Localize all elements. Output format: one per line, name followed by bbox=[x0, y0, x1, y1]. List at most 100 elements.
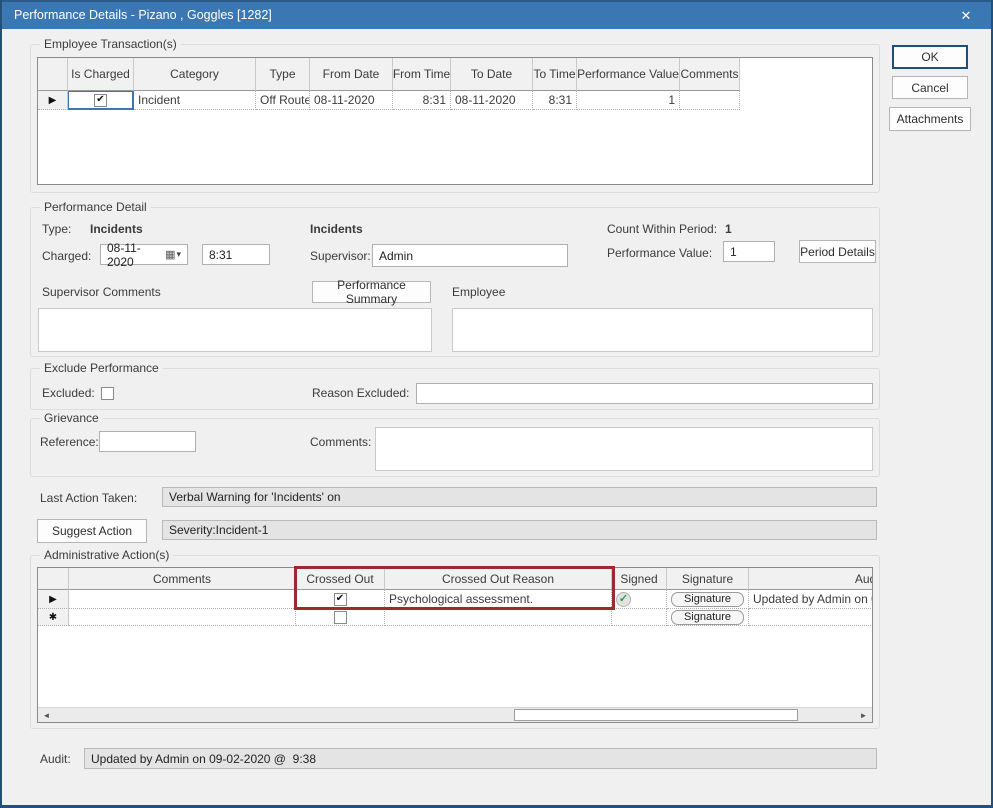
supervisor-field[interactable]: Admin bbox=[372, 244, 568, 267]
comments-cell[interactable] bbox=[680, 91, 740, 110]
employee-label: Employee bbox=[452, 285, 505, 299]
type-cell[interactable]: Off Route bbox=[256, 91, 310, 110]
current-row-icon[interactable]: ▶ bbox=[38, 91, 68, 110]
reason-excluded-label: Reason Excluded: bbox=[312, 386, 409, 400]
crossed-out-cell[interactable] bbox=[296, 609, 385, 626]
is-charged-cell[interactable]: ✔ bbox=[68, 91, 134, 110]
crossed-out-checkbox[interactable]: ✔ bbox=[334, 593, 347, 606]
performance-value-field[interactable]: 1 bbox=[723, 241, 775, 262]
performance-summary-button[interactable]: Performance Summary bbox=[312, 281, 431, 303]
admin-col-header-selector bbox=[38, 568, 69, 590]
category-value: Incidents bbox=[310, 222, 363, 236]
crossed-out-reason-cell[interactable]: Psychological assessment. bbox=[385, 590, 612, 609]
supervisor-comments-textarea[interactable] bbox=[38, 308, 432, 352]
col-header-to-time[interactable]: To Time bbox=[533, 58, 577, 91]
administrative-actions-group-label: Administrative Action(s) bbox=[40, 548, 173, 562]
crossed-out-reason-cell[interactable] bbox=[385, 609, 612, 626]
exclude-performance-group-label: Exclude Performance bbox=[40, 361, 163, 375]
reason-excluded-field[interactable] bbox=[416, 383, 873, 404]
supervisor-comments-label: Supervisor Comments bbox=[42, 285, 161, 299]
grievance-comments-label: Comments: bbox=[310, 435, 371, 449]
severity-field: Severity:Incident-1 bbox=[162, 520, 877, 540]
chevron-down-icon: ▾ bbox=[176, 249, 181, 260]
excluded-checkbox[interactable] bbox=[101, 387, 114, 400]
employee-transactions-grid: Is Charged Category Type From Date From … bbox=[37, 57, 873, 185]
type-label: Type: bbox=[42, 222, 71, 236]
signature-cell: Signature bbox=[667, 590, 749, 609]
ok-button[interactable]: OK bbox=[892, 45, 968, 69]
category-cell[interactable]: Incident bbox=[134, 91, 256, 110]
col-header-comments[interactable]: Comments bbox=[680, 58, 740, 91]
type-value: Incidents bbox=[90, 222, 143, 236]
performance-detail-group-label: Performance Detail bbox=[40, 200, 151, 214]
performance-value-label: Performance Value: bbox=[607, 246, 712, 260]
admin-col-header-signed[interactable]: Signed bbox=[612, 568, 667, 590]
grievance-comments-textarea[interactable] bbox=[375, 427, 873, 471]
audit-label: Audit: bbox=[40, 752, 71, 766]
reference-label: Reference: bbox=[40, 435, 99, 449]
cancel-button[interactable]: Cancel bbox=[892, 76, 968, 99]
reference-field[interactable] bbox=[99, 431, 196, 452]
from-time-cell[interactable]: 8:31 bbox=[393, 91, 451, 110]
admin-comments-cell[interactable] bbox=[69, 590, 296, 609]
admin-col-header-audit[interactable]: Audit bbox=[749, 568, 873, 590]
grievance-group-label: Grievance bbox=[40, 411, 103, 425]
suggest-action-button[interactable]: Suggest Action bbox=[37, 519, 147, 543]
scroll-left-icon[interactable]: ◄ bbox=[39, 708, 54, 722]
col-header-category[interactable]: Category bbox=[134, 58, 256, 91]
to-time-cell[interactable]: 8:31 bbox=[533, 91, 577, 110]
signed-check-icon: ✓ bbox=[616, 592, 631, 607]
current-row-icon[interactable]: ▶ bbox=[38, 590, 69, 609]
supervisor-label: Supervisor: bbox=[310, 249, 371, 263]
last-action-taken-label: Last Action Taken: bbox=[40, 491, 137, 505]
period-details-button[interactable]: Period Details bbox=[799, 240, 876, 263]
col-header-selector bbox=[38, 58, 68, 91]
count-within-period-value: 1 bbox=[725, 222, 732, 236]
new-row-icon[interactable]: ✱ bbox=[38, 609, 69, 626]
excluded-label: Excluded: bbox=[42, 386, 95, 400]
scroll-right-icon[interactable]: ► bbox=[856, 708, 871, 722]
table-row-new: ✱ Signature bbox=[38, 609, 872, 626]
col-header-from-time[interactable]: From Time bbox=[393, 58, 451, 91]
attachments-button[interactable]: Attachments bbox=[889, 107, 971, 131]
employee-comments-textarea[interactable] bbox=[452, 308, 873, 352]
signature-button[interactable]: Signature bbox=[671, 610, 744, 625]
admin-comments-cell[interactable] bbox=[69, 609, 296, 626]
admin-col-header-crossed-out[interactable]: Crossed Out bbox=[296, 568, 385, 590]
scrollbar-thumb[interactable] bbox=[514, 709, 798, 721]
admin-col-header-signature[interactable]: Signature bbox=[667, 568, 749, 590]
table-row: ▶ ✔ Psychological assessment. ✓ Signatur… bbox=[38, 590, 872, 609]
crossed-out-cell[interactable]: ✔ bbox=[296, 590, 385, 609]
admin-audit-cell[interactable]: Updated by Admin on 0 bbox=[749, 590, 873, 609]
window-title: Performance Details - Pizano , Goggles [… bbox=[14, 2, 272, 29]
charged-date-value: 08-11-2020 bbox=[107, 241, 165, 269]
header-filler bbox=[740, 58, 872, 91]
horizontal-scrollbar[interactable]: ◄ ► bbox=[38, 707, 872, 722]
performance-value-cell[interactable]: 1 bbox=[577, 91, 680, 110]
signed-cell: ✓ bbox=[612, 590, 667, 609]
signature-cell: Signature bbox=[667, 609, 749, 626]
title-bar: Performance Details - Pizano , Goggles [… bbox=[0, 0, 993, 29]
admin-col-header-comments[interactable]: Comments bbox=[69, 568, 296, 590]
charged-time-field[interactable]: 8:31 bbox=[202, 244, 270, 265]
calendar-picker-icon[interactable]: ▦▾ bbox=[165, 248, 181, 261]
col-header-performance-value[interactable]: Performance Value bbox=[577, 58, 680, 91]
admin-col-header-crossed-out-reason[interactable]: Crossed Out Reason bbox=[385, 568, 612, 590]
to-date-cell[interactable]: 08-11-2020 bbox=[451, 91, 533, 110]
table-row: ▶ ✔ Incident Off Route 08-11-2020 8:31 0… bbox=[38, 91, 872, 110]
is-charged-checkbox[interactable]: ✔ bbox=[94, 94, 107, 107]
last-action-taken-field: Verbal Warning for 'Incidents' on bbox=[162, 487, 877, 507]
from-date-cell[interactable]: 08-11-2020 bbox=[310, 91, 393, 110]
crossed-out-checkbox[interactable] bbox=[334, 611, 347, 624]
close-icon[interactable]: ✕ bbox=[945, 2, 987, 29]
col-header-from-date[interactable]: From Date bbox=[310, 58, 393, 91]
col-header-is-charged[interactable]: Is Charged bbox=[68, 58, 134, 91]
audit-field: Updated by Admin on 09-02-2020 @ 9:38 bbox=[84, 748, 877, 769]
signature-button[interactable]: Signature bbox=[671, 592, 744, 607]
col-header-type[interactable]: Type bbox=[256, 58, 310, 91]
performance-details-dialog: Performance Details - Pizano , Goggles [… bbox=[0, 0, 993, 808]
transactions-header-row: Is Charged Category Type From Date From … bbox=[38, 58, 872, 91]
col-header-to-date[interactable]: To Date bbox=[451, 58, 533, 91]
admin-audit-cell[interactable] bbox=[749, 609, 873, 626]
charged-date-field[interactable]: 08-11-2020 ▦▾ bbox=[100, 244, 188, 265]
